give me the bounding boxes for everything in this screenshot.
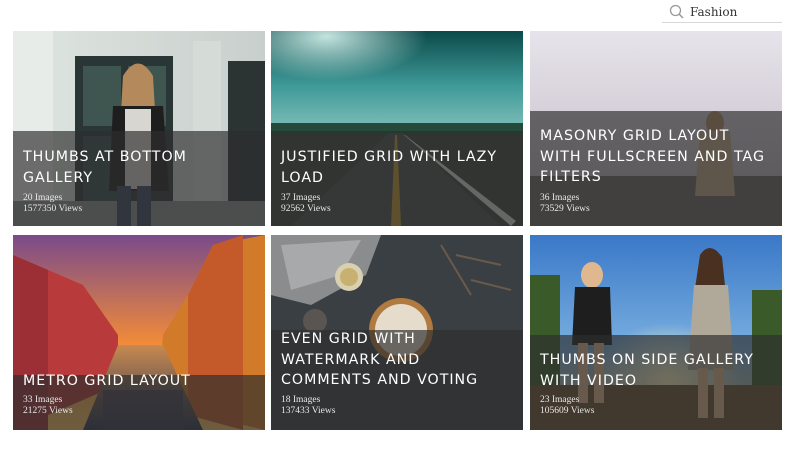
gallery-title[interactable]: Metro grid layout [23, 371, 257, 392]
view-count: 1577350 Views [23, 204, 83, 214]
image-count: 37 Images [281, 193, 321, 203]
image-count: 36 Images [540, 193, 580, 203]
gallery-meta: 36 Images 73529 Views [540, 193, 590, 215]
gallery-title[interactable]: Masonry grid layout with fullscreen and … [540, 126, 774, 188]
image-count: 23 Images [540, 395, 580, 405]
search-icon [669, 4, 684, 19]
gallery-title[interactable]: Thumbs on side gallery with video [540, 350, 774, 391]
view-count: 137433 Views [281, 406, 336, 416]
gallery-meta: 20 Images 1577350 Views [23, 193, 82, 215]
view-count: 92562 Views [281, 204, 331, 214]
gallery-tile-thumbs-at-bottom[interactable]: Thumbs at bottom gallery 20 Images 15773… [13, 31, 265, 226]
gallery-meta: 37 Images 92562 Views [281, 193, 331, 215]
image-count: 33 Images [23, 395, 63, 405]
image-count: 20 Images [23, 193, 63, 203]
gallery-tile-masonry-grid[interactable]: Masonry grid layout with fullscreen and … [530, 31, 782, 226]
gallery-meta: 33 Images 21275 Views [23, 395, 73, 417]
image-count: 18 Images [281, 395, 321, 405]
search-input[interactable]: Fashion [690, 5, 737, 19]
view-count: 105609 Views [540, 406, 595, 416]
search-box[interactable]: Fashion [662, 2, 782, 23]
gallery-tile-metro-grid[interactable]: Metro grid layout 33 Images 21275 Views [13, 235, 265, 430]
gallery-tile-even-grid[interactable]: Even grid with watermark and comments an… [271, 235, 523, 430]
gallery-meta: 23 Images 105609 Views [540, 395, 594, 417]
view-count: 21275 Views [23, 406, 73, 416]
gallery-tile-thumbs-on-side[interactable]: Thumbs on side gallery with video 23 Ima… [530, 235, 782, 430]
gallery-tile-justified-grid[interactable]: Justified grid with lazy load 37 Images … [271, 31, 523, 226]
gallery-title[interactable]: Justified grid with lazy load [281, 147, 515, 188]
view-count: 73529 Views [540, 204, 590, 214]
gallery-title[interactable]: Thumbs at bottom gallery [23, 147, 257, 188]
gallery-meta: 18 Images 137433 Views [281, 395, 335, 417]
gallery-title[interactable]: Even grid with watermark and comments an… [281, 329, 515, 391]
